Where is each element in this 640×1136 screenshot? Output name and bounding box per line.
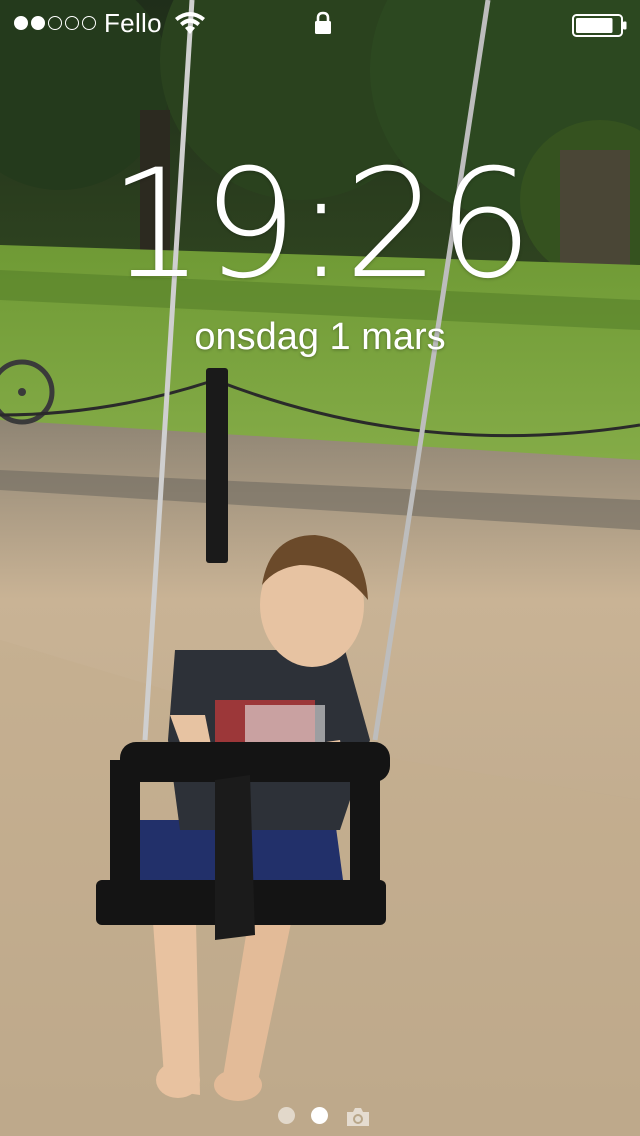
lock-screen-time: 19:26 bbox=[108, 138, 533, 312]
page-dot-current[interactable] bbox=[311, 1107, 328, 1124]
signal-dot bbox=[14, 16, 28, 30]
status-bar: Fello bbox=[0, 0, 640, 48]
signal-dot bbox=[48, 16, 62, 30]
wifi-icon bbox=[174, 12, 206, 41]
signal-dot bbox=[31, 16, 45, 30]
lock-icon bbox=[313, 11, 333, 40]
signal-dot bbox=[82, 16, 96, 30]
camera-icon[interactable] bbox=[345, 1106, 371, 1133]
carrier-name: Fello bbox=[104, 8, 162, 38]
lock-screen-date: onsdag 1 mars bbox=[194, 316, 446, 358]
page-indicator[interactable] bbox=[0, 1104, 640, 1130]
signal-strength-indicator bbox=[14, 16, 96, 30]
signal-dot bbox=[65, 16, 79, 30]
page-dot[interactable] bbox=[278, 1107, 295, 1124]
battery-icon bbox=[572, 14, 628, 43]
